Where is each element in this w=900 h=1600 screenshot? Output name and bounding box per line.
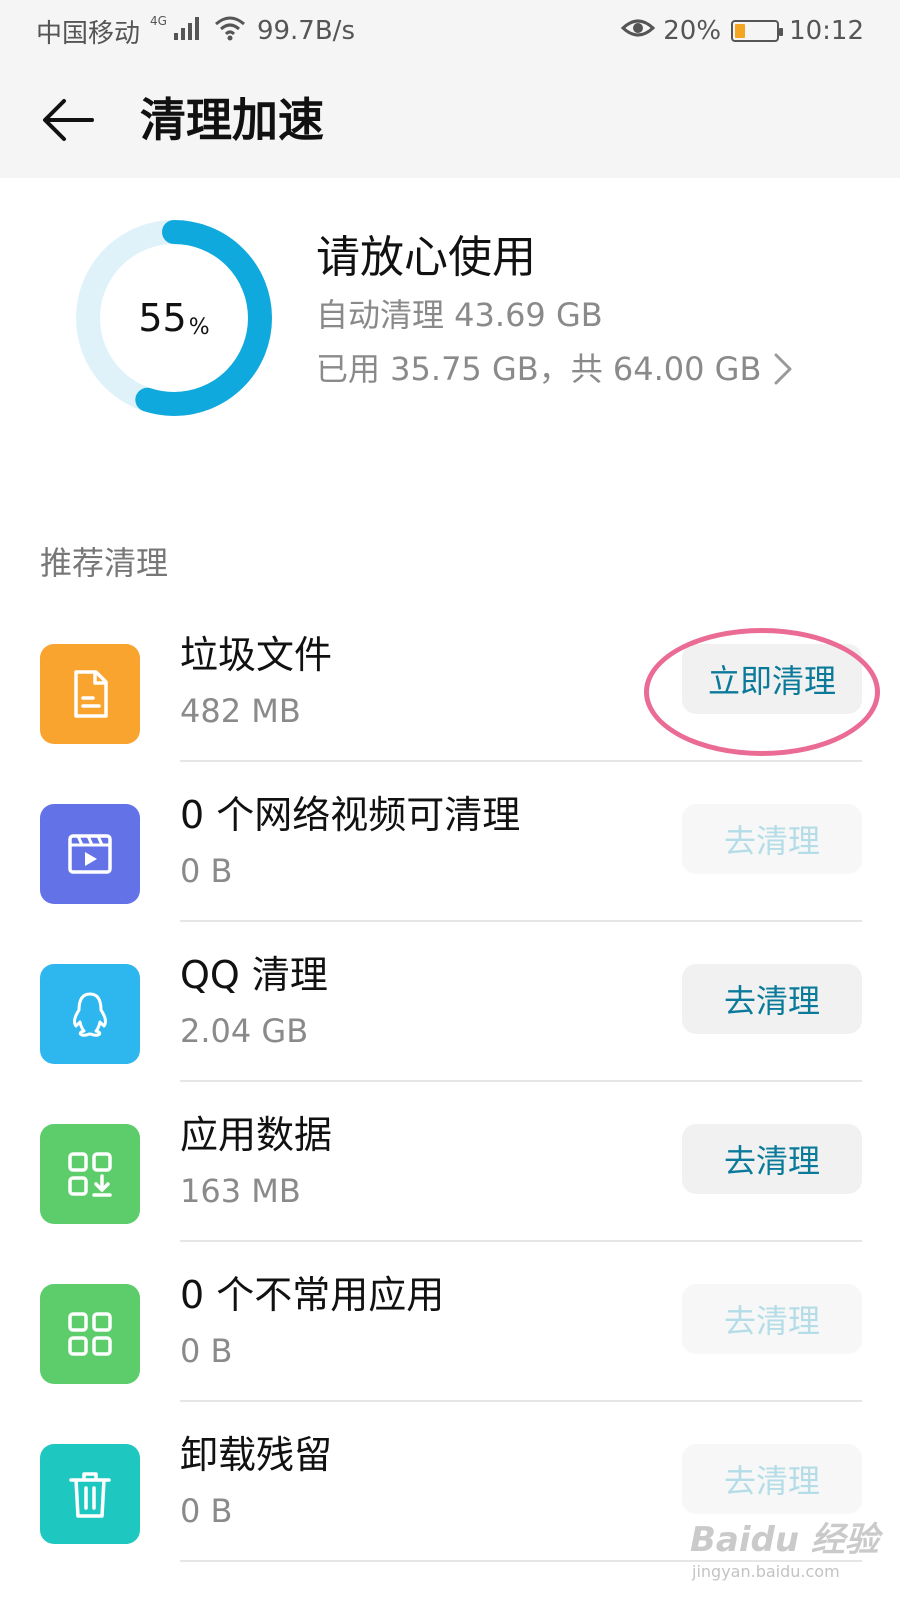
storage-summary: 55% 请放心使用 自动清理 43.69 GB 已用 35.75 GB，共 64… — [0, 178, 900, 478]
status-left: 中国移动 4G 99.7B/s — [36, 13, 355, 50]
list-item-size: 163 MB — [180, 1172, 301, 1210]
page-title: 清理加速 — [140, 93, 324, 147]
watermark-logo: Baidu 经验 — [690, 1520, 879, 1560]
app-bar: 清理加速 — [0, 62, 900, 178]
network-speed-label: 99.7B/s — [256, 16, 355, 46]
list-item-size: 2.04 GB — [180, 1012, 309, 1050]
back-arrow-icon — [43, 99, 94, 141]
go-clean-button[interactable]: 去清理 — [682, 1444, 862, 1514]
battery-percent-label: 20% — [663, 16, 722, 46]
storage-usage-percent: 55% — [74, 218, 274, 418]
carrier-label: 中国移动 — [36, 18, 141, 49]
battery-icon — [731, 20, 784, 42]
usage-percent-value: 55 — [138, 296, 187, 340]
video-icon — [68, 834, 112, 874]
storage-usage-link[interactable]: 已用 35.75 GB，共 64.00 GB — [316, 342, 793, 396]
storage-summary-text: 请放心使用 自动清理 43.69 GB 已用 35.75 GB，共 64.00 … — [316, 228, 793, 396]
list-item-title: 应用数据 — [180, 1113, 333, 1157]
status-bar: 中国移动 4G 99.7B/s 20% 10:12 — [0, 0, 900, 62]
recommended-section-heading: 推荐清理 — [40, 544, 169, 582]
list-item-title: QQ 清理 — [180, 953, 328, 997]
eye-comfort-icon — [621, 16, 656, 47]
list-item-title: 0 个网络视频可清理 — [180, 793, 521, 837]
list-item-unused-apps[interactable]: 0 个不常用应用 0 B 去清理 — [0, 1242, 900, 1402]
auto-clean-text: 自动清理 43.69 GB — [316, 296, 603, 334]
storage-status-title: 请放心使用 — [316, 232, 536, 283]
clock-label: 10:12 — [789, 16, 864, 46]
trash-icon — [69, 1472, 111, 1518]
app-data-icon — [68, 1152, 112, 1197]
list-item-online-videos[interactable]: 0 个网络视频可清理 0 B 去清理 — [0, 762, 900, 922]
wifi-icon — [213, 15, 247, 48]
recommended-clean-list: 垃圾文件 482 MB 立即清理 0 个网络视频可清理 0 B 去清理 QQ 清… — [0, 602, 900, 1562]
list-item-title: 0 个不常用应用 — [180, 1273, 445, 1317]
list-item-size: 482 MB — [180, 692, 301, 730]
uninstall-residue-icon-tile — [40, 1444, 140, 1544]
go-clean-button[interactable]: 去清理 — [682, 1284, 862, 1354]
junk-files-icon-tile — [40, 644, 140, 744]
list-item-junk-files[interactable]: 垃圾文件 482 MB 立即清理 — [0, 602, 900, 762]
list-item-size: 0 B — [180, 1492, 233, 1530]
list-item-app-data[interactable]: 应用数据 163 MB 去清理 — [0, 1082, 900, 1242]
unused-apps-icon-tile — [40, 1284, 140, 1384]
qq-clean-icon-tile — [40, 964, 140, 1064]
go-clean-button[interactable]: 去清理 — [682, 1124, 862, 1194]
list-item-title: 垃圾文件 — [180, 633, 333, 677]
back-button[interactable] — [36, 88, 100, 152]
status-right: 20% 10:12 — [621, 16, 864, 47]
list-item-qq-clean[interactable]: QQ 清理 2.04 GB 去清理 — [0, 922, 900, 1082]
network-type-label: 4G — [150, 14, 167, 28]
usage-percent-sign: % — [188, 315, 210, 340]
chevron-right-icon — [774, 353, 792, 385]
document-icon — [74, 670, 108, 718]
list-item-size: 0 B — [180, 1332, 233, 1370]
qq-penguin-icon — [73, 992, 107, 1037]
online-videos-icon-tile — [40, 804, 140, 904]
storage-usage-text: 已用 35.75 GB，共 64.00 GB — [316, 350, 762, 388]
go-clean-button[interactable]: 去清理 — [682, 964, 862, 1034]
go-clean-button[interactable]: 去清理 — [682, 804, 862, 874]
apps-grid-icon — [68, 1312, 112, 1356]
signal-icon — [173, 15, 203, 48]
watermark-url: jingyan.baidu.com — [692, 1562, 840, 1581]
list-item-title: 卸载残留 — [180, 1433, 333, 1477]
list-item-size: 0 B — [180, 852, 233, 890]
app-data-icon-tile — [40, 1124, 140, 1224]
clean-now-button[interactable]: 立即清理 — [682, 644, 862, 714]
